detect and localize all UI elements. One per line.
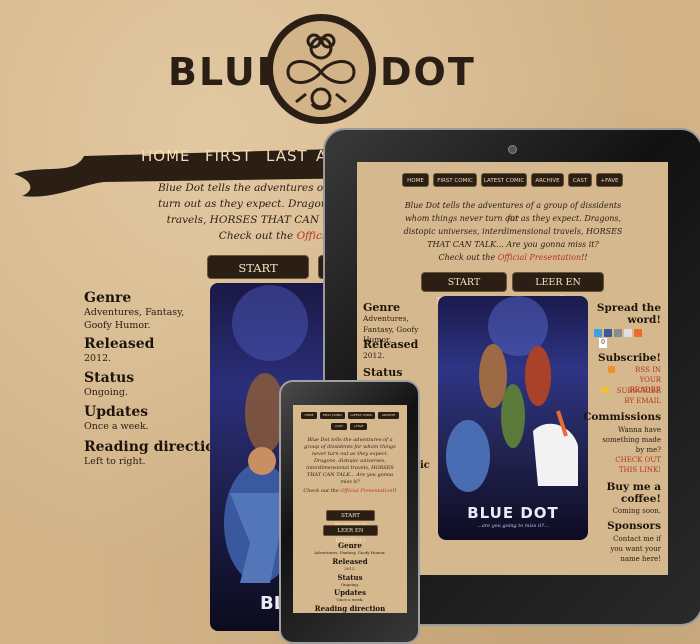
facebook-icon[interactable] — [604, 329, 612, 337]
tablet-camera-icon — [508, 145, 517, 154]
commissions-link[interactable]: CHECK OUT THIS LINK! — [599, 455, 661, 475]
genre-value: Adventures, Fantasy, Goofy Humor. — [84, 307, 185, 331]
genre-heading: Genre — [84, 290, 132, 306]
tablet-nav-first-comic[interactable]: FIRST COMIC — [433, 173, 477, 187]
tablet-leer-espanol-button[interactable]: LEER EN ESPAÑOL! — [512, 272, 604, 307]
tablet-intro-line-5: Check out the Official Presentation!! — [400, 252, 626, 265]
phone-nav-home[interactable]: HOME — [301, 412, 317, 419]
sponsors-text: Contact me if you want your name here! — [610, 535, 661, 563]
share-count: 0 — [599, 338, 607, 348]
tablet-cover-image[interactable]: BLUE DOT ...are you going to miss it?... — [438, 296, 588, 540]
reading-direction-heading: Reading direction — [84, 439, 225, 455]
tablet-released-heading: Released — [363, 338, 419, 351]
coffee-heading: Buy me a coffee! — [606, 481, 661, 505]
tablet-nav-fave[interactable]: +FAVE — [596, 173, 623, 187]
tablet-nav-home[interactable]: HOME — [402, 173, 429, 187]
tablet-nav-latest-comic[interactable]: LATEST COMIC — [481, 173, 527, 187]
phone-nav-archive[interactable]: ARCHIVE — [378, 412, 399, 419]
email-subscribe-link[interactable]: SUBSCRIBE BY EMAIL — [607, 386, 661, 406]
knot-emblem-icon — [286, 33, 356, 110]
coffee-text: Coming soon. — [612, 507, 661, 515]
phone-updates-heading: Updates — [333, 588, 367, 597]
phone-reading-direction-heading: Reading direction — [314, 604, 386, 613]
tablet-start-reading-button[interactable]: START READING!! — [421, 272, 507, 307]
spread-word-heading: Spread the word! — [596, 302, 661, 326]
phone-intro-line-7: miss it? — [340, 479, 360, 485]
logo-word-right[interactable]: DOT — [380, 50, 476, 94]
tablet-genre-heading: Genre — [363, 301, 401, 314]
tablet-truncated-text: ic — [420, 460, 430, 471]
phone-status-value: Ongoing. — [340, 582, 360, 587]
updates-heading: Updates — [84, 404, 149, 420]
intro-link-prefix: Check out the — [218, 230, 294, 242]
share-plus-icon[interactable] — [634, 329, 642, 337]
released-heading: Released — [84, 336, 155, 352]
tablet-released-value: 2012. — [363, 351, 385, 360]
phone-intro-link-suffix: !! — [392, 488, 397, 494]
presentation-link[interactable]: Offici — [297, 230, 326, 242]
status-value: Ongoing. — [84, 387, 128, 398]
sponsors-heading: Sponsors — [607, 520, 661, 532]
phone-nav-fave[interactable]: +FAVE — [350, 423, 367, 430]
intro-line-2: turn out as they expect. Dragons, di — [158, 198, 338, 210]
phone-released-value: 2012. — [344, 566, 356, 571]
subscribe-heading: Subscribe! — [597, 352, 661, 364]
tablet-intro-line-3: distopic universes, interdimensional tra… — [403, 227, 623, 236]
email-share-icon[interactable] — [614, 329, 622, 337]
phone-nav-first-comic[interactable]: FIRST COMIC — [320, 412, 345, 419]
nav-last[interactable]: LAST — [266, 147, 308, 165]
intro-line-4: Check out the Offici — [212, 228, 332, 244]
tablet-intro-link-suffix: !! — [581, 253, 588, 262]
phone-presentation-link[interactable]: Official Presentation — [340, 488, 392, 494]
tablet-status-heading: Status — [363, 366, 403, 379]
intro-line-3: travels, HORSES THAT CAN T — [166, 214, 330, 226]
tablet-nav-cast[interactable]: CAST — [568, 173, 592, 187]
phone-intro-link-prefix: Check out the — [303, 488, 339, 494]
phone-status-heading: Status — [337, 573, 363, 582]
tablet-cover-tagline: ...are you going to miss it?... — [477, 523, 549, 529]
start-reading-button[interactable]: START READING!! — [207, 255, 309, 299]
print-icon[interactable] — [624, 329, 632, 337]
phone-nav-cast[interactable]: CAST — [331, 423, 347, 430]
phone-updates-value: Once a week. — [336, 597, 364, 602]
tablet-nav-archive[interactable]: ARCHIVE — [531, 173, 564, 187]
tablet-intro-link-prefix: Check out the — [438, 253, 496, 262]
commissions-text: Wanna have something made by me? — [602, 426, 661, 454]
phone-start-reading-button[interactable]: START READING!! — [326, 510, 375, 529]
commissions-heading: Commissions — [583, 411, 661, 423]
rss-icon[interactable] — [608, 366, 615, 373]
tablet-presentation-link[interactable]: Official Presentation — [498, 253, 581, 262]
phone-genre-value: Adventures, Fantasy, Goofy Humor. — [314, 550, 386, 555]
tablet-cover-title: BLUE DOT — [467, 504, 559, 522]
phone-released-heading: Released — [332, 557, 368, 566]
tablet-intro-line-2: whom things never turn out as they expec… — [404, 214, 622, 223]
reading-direction-value: Left to right. — [84, 456, 146, 467]
nav-first[interactable]: FIRST — [205, 147, 252, 165]
status-heading: Status — [84, 370, 135, 386]
phone-nav-latest-comic[interactable]: LATEST COMIC — [348, 412, 375, 419]
intro-line-1: Blue Dot tells the adventures of a group — [158, 182, 338, 194]
phone-intro-line-8: Check out the Official Presentation!! — [300, 488, 400, 496]
twitter-icon[interactable] — [594, 329, 602, 337]
phone-genre-heading: Genre — [338, 541, 362, 550]
released-value: 2012. — [84, 353, 112, 364]
nav-home[interactable]: HOME — [141, 147, 191, 165]
logo-medallion-icon[interactable] — [266, 14, 376, 124]
phone-leer-espanol-button[interactable]: LEER EN ESPAÑOL! — [323, 525, 378, 544]
tablet-intro-line-4: THAT CAN TALK... Are you gonna miss it? — [427, 240, 599, 249]
updates-value: Once a week. — [84, 421, 149, 432]
